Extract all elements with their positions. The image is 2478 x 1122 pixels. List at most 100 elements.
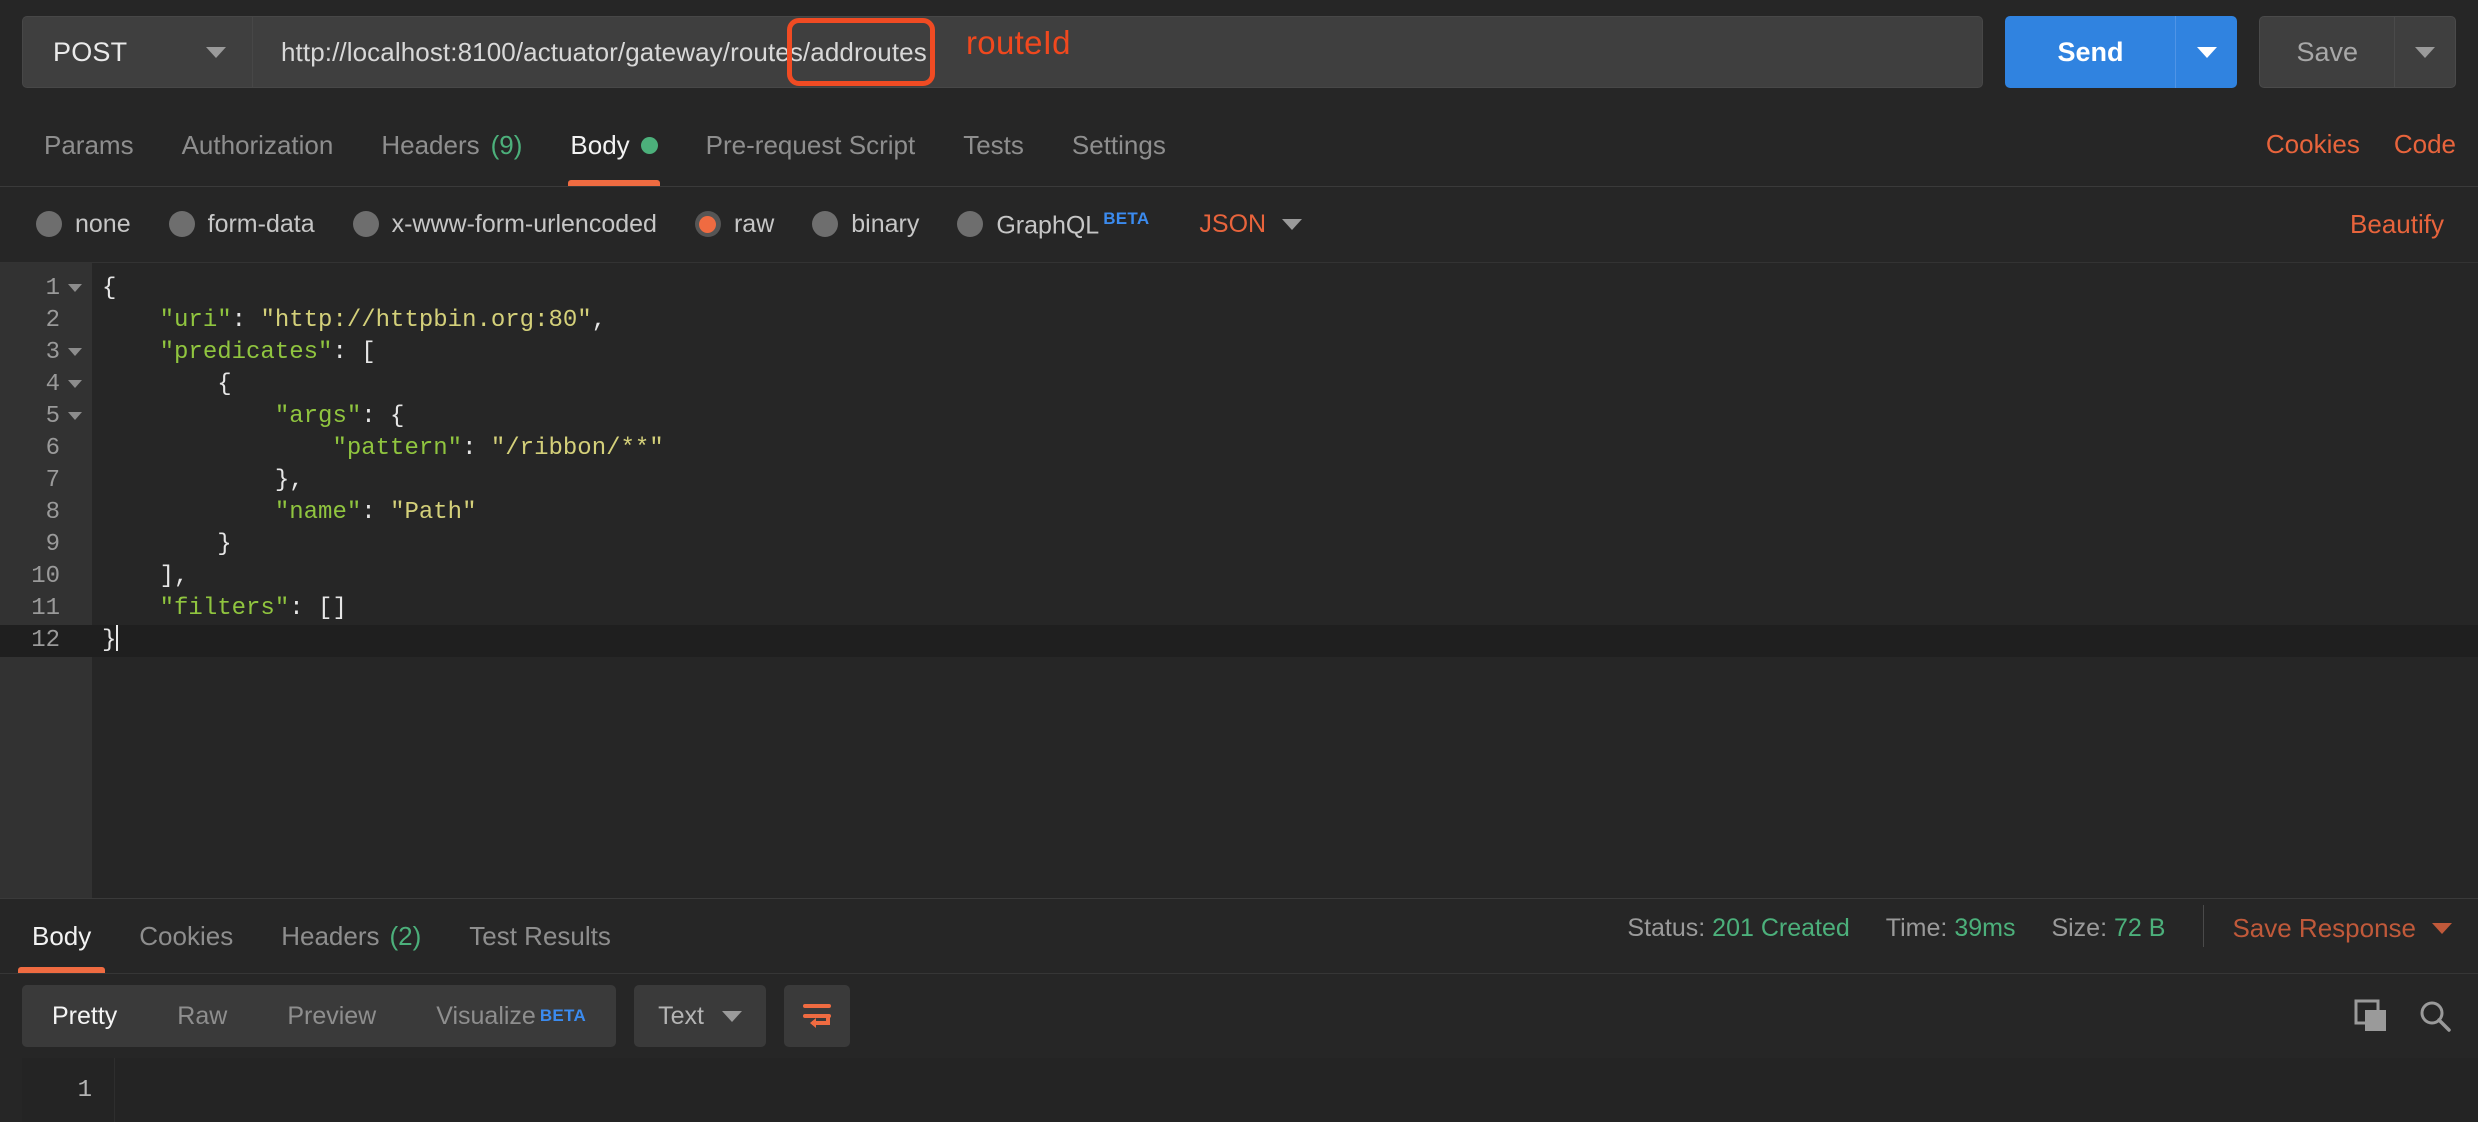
response-view-preview[interactable]: Preview bbox=[257, 985, 406, 1047]
response-body-viewer[interactable]: 1 bbox=[0, 1058, 2478, 1122]
response-format-select[interactable]: Text bbox=[634, 985, 766, 1047]
response-view-visualize[interactable]: Visualize BETA bbox=[406, 985, 616, 1047]
body-format-select[interactable]: JSON bbox=[1199, 210, 1303, 239]
response-meta: Status: 201 Created Time: 39ms Size: 72 … bbox=[1591, 905, 2478, 973]
http-method-select[interactable]: POST bbox=[22, 16, 252, 88]
time-label: Time: bbox=[1885, 913, 1948, 942]
fold-arrow-icon[interactable] bbox=[68, 348, 82, 356]
beautify-wrap: Beautify bbox=[2350, 209, 2456, 240]
response-tab-bar: Body Cookies Headers (2) Test Results Status… bbox=[0, 898, 2478, 974]
body-type-radio-x-www-form-urlencoded[interactable]: x-www-form-urlencoded bbox=[352, 209, 657, 239]
line-number-value: 4 bbox=[45, 371, 60, 398]
save-options-button[interactable] bbox=[2394, 16, 2456, 88]
code-token: : bbox=[462, 435, 491, 462]
editor-code-line: } bbox=[92, 624, 2478, 657]
response-tab-body[interactable]: Body bbox=[8, 899, 115, 973]
body-type-radio-none[interactable]: none bbox=[36, 210, 131, 239]
search-button[interactable] bbox=[2418, 999, 2452, 1033]
time-meta: Time: 39ms bbox=[1886, 914, 2016, 943]
request-tab-authorization[interactable]: Authorization bbox=[158, 104, 358, 186]
fold-arrow-icon[interactable] bbox=[68, 412, 82, 420]
radio-icon bbox=[352, 211, 379, 238]
chevron-down-icon bbox=[1282, 219, 1303, 230]
code-token: "name" bbox=[274, 499, 362, 526]
code-link[interactable]: Code bbox=[2394, 129, 2456, 160]
code-token: "filters" bbox=[159, 595, 290, 622]
request-tab-headers[interactable]: Headers (9) bbox=[357, 104, 546, 186]
word-wrap-toggle[interactable] bbox=[783, 985, 850, 1047]
editor-code-line: "args": { bbox=[92, 401, 2478, 433]
chevron-down-icon bbox=[2196, 46, 2217, 58]
code-token: { bbox=[102, 371, 232, 398]
line-number-value: 7 bbox=[45, 467, 60, 494]
code-token: : bbox=[231, 307, 261, 334]
response-tab-headers[interactable]: Headers (2) bbox=[257, 899, 445, 973]
request-tab-bar: Params Authorization Headers (9) Body Pre-req… bbox=[0, 104, 2478, 187]
editor-code-line: { bbox=[92, 369, 2478, 401]
request-tab-params[interactable]: Params bbox=[20, 104, 158, 186]
code-token: "uri" bbox=[159, 307, 232, 334]
radio-label: x-www-form-urlencoded bbox=[391, 209, 657, 238]
time-value: 39ms bbox=[1954, 913, 2016, 942]
response-tab-cookies[interactable]: Cookies bbox=[115, 899, 257, 973]
status-meta: Status: 201 Created bbox=[1627, 914, 1849, 943]
search-icon bbox=[2420, 1001, 2451, 1032]
editor-code-line: }, bbox=[92, 465, 2478, 497]
send-button-group: Send bbox=[2005, 16, 2238, 88]
fold-arrow-icon[interactable] bbox=[68, 284, 82, 292]
body-present-dot-icon bbox=[640, 136, 658, 154]
response-view-pretty[interactable]: Pretty bbox=[22, 985, 148, 1047]
tab-label: Tests bbox=[963, 129, 1024, 160]
chevron-down-icon bbox=[721, 1010, 742, 1022]
copy-icon bbox=[2354, 999, 2386, 1031]
code-token: } bbox=[102, 627, 117, 654]
radio-label: binary bbox=[851, 209, 920, 238]
response-tab-test-results[interactable]: Test Results bbox=[445, 899, 635, 973]
code-token: : [ bbox=[332, 339, 376, 366]
request-tab-settings[interactable]: Settings bbox=[1048, 104, 1190, 186]
line-number-value: 6 bbox=[45, 435, 60, 462]
radio-icon bbox=[812, 211, 839, 238]
cookies-link[interactable]: Cookies bbox=[2266, 129, 2360, 160]
request-tab-pre-request-script[interactable]: Pre-request Script bbox=[682, 104, 940, 186]
editor-line-number: 2 bbox=[0, 305, 92, 337]
editor-line-number: 6 bbox=[0, 433, 92, 465]
send-options-button[interactable] bbox=[2175, 16, 2238, 88]
url-input-value: http://localhost:8100/actuator/gateway/r… bbox=[281, 36, 927, 67]
chevron-down-icon bbox=[2415, 46, 2435, 58]
save-response-button[interactable]: Save Response bbox=[2232, 913, 2452, 944]
body-type-radio-raw[interactable]: raw bbox=[694, 210, 774, 239]
tab-label: Cookies bbox=[139, 920, 234, 951]
code-token: , bbox=[591, 307, 607, 334]
editor-code-area[interactable]: { "uri": "http://httpbin.org:80", "predi… bbox=[92, 263, 2478, 898]
fold-arrow-icon[interactable] bbox=[68, 380, 82, 388]
body-type-radio-graphql[interactable]: GraphQL BETA bbox=[957, 209, 1149, 240]
body-type-radio-binary[interactable]: binary bbox=[812, 210, 919, 239]
request-url-bar: POST http://localhost:8100/actuator/gate… bbox=[0, 0, 2478, 104]
response-tabs-list: Body Cookies Headers (2) Test Results bbox=[0, 899, 635, 973]
code-token: }, bbox=[102, 467, 304, 494]
radio-icon bbox=[168, 211, 195, 238]
url-input[interactable]: http://localhost:8100/actuator/gateway/r… bbox=[252, 16, 1984, 88]
save-button[interactable]: Save bbox=[2259, 16, 2394, 88]
request-body-editor[interactable]: 1 2 3 4 5 6 7 8 9 10 11 12 { "uri": "http://httpbin… bbox=[0, 262, 2478, 898]
response-view-raw[interactable]: Raw bbox=[147, 985, 257, 1047]
editor-line-number: 10 bbox=[0, 561, 92, 593]
tab-count-badge: (2) bbox=[389, 920, 422, 951]
tab-label: Pre-request Script bbox=[705, 129, 916, 160]
request-tab-tests[interactable]: Tests bbox=[939, 104, 1048, 186]
code-token: : { bbox=[361, 403, 405, 430]
tab-label: Params bbox=[44, 129, 134, 160]
body-type-radio-form-data[interactable]: form-data bbox=[168, 210, 315, 239]
copy-button[interactable] bbox=[2354, 999, 2388, 1033]
response-toolbar-icons bbox=[2354, 999, 2452, 1033]
send-button[interactable]: Send bbox=[2005, 16, 2176, 88]
request-tabbar-links: Cookies Code bbox=[2266, 129, 2456, 186]
beautify-button[interactable]: Beautify bbox=[2350, 209, 2444, 239]
editor-line-number: 8 bbox=[0, 497, 92, 529]
request-tab-body[interactable]: Body bbox=[546, 104, 681, 186]
